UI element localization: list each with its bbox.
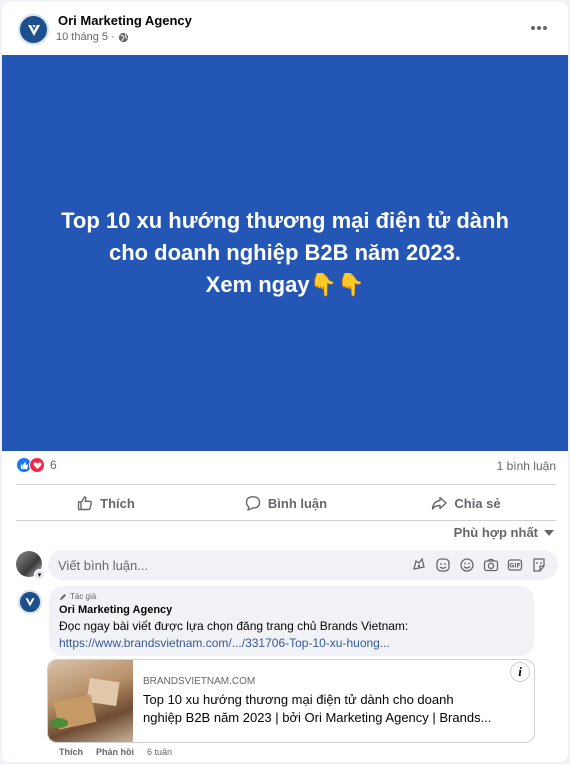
caret-down-icon xyxy=(544,529,554,536)
gif-icon[interactable]: GIF xyxy=(506,556,524,574)
composer-icons: GIF xyxy=(410,556,548,574)
comment-composer[interactable]: GIF xyxy=(48,550,558,580)
comment-bubble-icon xyxy=(245,496,261,511)
post-banner[interactable]: Top 10 xu hướng thương mại điện tử dành … xyxy=(2,55,568,451)
more-dot xyxy=(537,26,541,30)
comment-bubble: Tác giả Ori Marketing Agency Đọc ngay bà… xyxy=(49,586,534,656)
comment-reply-button[interactable]: Phản hồi xyxy=(96,747,134,757)
like-button[interactable]: Thích xyxy=(16,486,196,520)
divider xyxy=(16,484,556,485)
love-reaction-icon xyxy=(29,457,45,473)
post-header: Ori Marketing Agency 10 tháng 5 · xyxy=(2,2,568,55)
author-tag-label: Tác giả xyxy=(70,592,97,601)
svg-text:GIF: GIF xyxy=(509,563,520,570)
comment-sort-dropdown[interactable]: Phù hợp nhất xyxy=(454,525,554,540)
sort-label: Phù hợp nhất xyxy=(453,525,538,540)
comment-button[interactable]: Bình luận xyxy=(196,486,376,520)
camera-icon[interactable] xyxy=(482,556,500,574)
comment-like-button[interactable]: Thích xyxy=(59,747,83,757)
link-title: Top 10 xu hướng thương mại điện tử dành … xyxy=(143,691,523,727)
banner-text: Top 10 xu hướng thương mại điện tử dành … xyxy=(25,205,545,301)
reaction-count: 6 xyxy=(50,458,57,472)
more-options-icon xyxy=(531,26,535,30)
page-avatar[interactable] xyxy=(18,14,49,45)
reactions-summary[interactable]: 6 xyxy=(16,455,57,475)
info-icon[interactable]: i xyxy=(510,662,530,682)
ori-logo-icon xyxy=(27,24,40,36)
comment-author-name[interactable]: Ori Marketing Agency xyxy=(59,604,524,616)
link-domain: BRANDSVIETNAM.COM xyxy=(143,676,256,687)
chevron-down-icon[interactable]: ▾ xyxy=(34,569,45,580)
pencil-icon xyxy=(60,593,66,600)
comment-text: Đọc ngay bài viết được lựa chọn đăng tra… xyxy=(59,619,409,633)
comment-link[interactable]: https://www.brandsvietnam.com/.../331706… xyxy=(59,636,524,650)
more-options-button[interactable] xyxy=(524,16,554,40)
sticker-icon[interactable] xyxy=(434,556,452,574)
avatar-sticker-icon[interactable] xyxy=(410,556,428,574)
banner-line-3: Xem ngay👇👇 xyxy=(205,272,365,297)
link-title-line-1: Top 10 xu hướng thương mại điện tử dành … xyxy=(143,692,454,707)
share-arrow-icon xyxy=(432,496,448,510)
post-actions: Thích Bình luận Chia sẻ xyxy=(16,486,556,520)
link-preview-image xyxy=(48,660,133,742)
share-button[interactable]: Chia sẻ xyxy=(376,486,556,520)
sticker-pack-icon[interactable] xyxy=(530,556,548,574)
ori-logo-icon xyxy=(25,598,35,607)
link-preview-card[interactable]: BRANDSVIETNAM.COM Top 10 xu hướng thương… xyxy=(47,659,535,743)
more-dot xyxy=(543,26,547,30)
divider xyxy=(16,520,556,521)
post-card: Ori Marketing Agency 10 tháng 5 · Top 10… xyxy=(2,2,568,762)
globe-icon xyxy=(118,32,128,42)
current-user-avatar[interactable]: ▾ xyxy=(16,551,45,580)
meta-separator: · xyxy=(111,31,115,43)
comment-count[interactable]: 1 bình luận xyxy=(497,459,556,473)
comment-label: Bình luận xyxy=(267,495,328,511)
post-meta: 10 tháng 5 · xyxy=(56,31,129,43)
comment-input[interactable] xyxy=(58,557,388,573)
image-leaf-shape xyxy=(50,718,68,728)
banner-line-2: cho doanh nghiệp B2B năm 2023. xyxy=(108,240,462,265)
post-date[interactable]: 10 tháng 5 xyxy=(56,31,108,43)
thumbs-up-icon xyxy=(77,496,93,511)
comment-timestamp[interactable]: 6 tuần xyxy=(147,747,172,757)
link-title-line-2: nghiệp B2B năm 2023 | bởi Ori Marketing … xyxy=(143,710,492,725)
emoji-icon[interactable] xyxy=(458,556,476,574)
author-badge: Tác giả xyxy=(59,592,524,601)
banner-line-1: Top 10 xu hướng thương mại điện tử dành xyxy=(61,208,509,233)
share-label: Chia sẻ xyxy=(454,495,501,511)
comment-actions: Thích Phản hồi 6 tuần xyxy=(59,747,172,757)
like-label: Thích xyxy=(100,495,135,511)
page-name[interactable]: Ori Marketing Agency xyxy=(58,13,192,28)
comment-author-avatar[interactable] xyxy=(18,590,42,614)
